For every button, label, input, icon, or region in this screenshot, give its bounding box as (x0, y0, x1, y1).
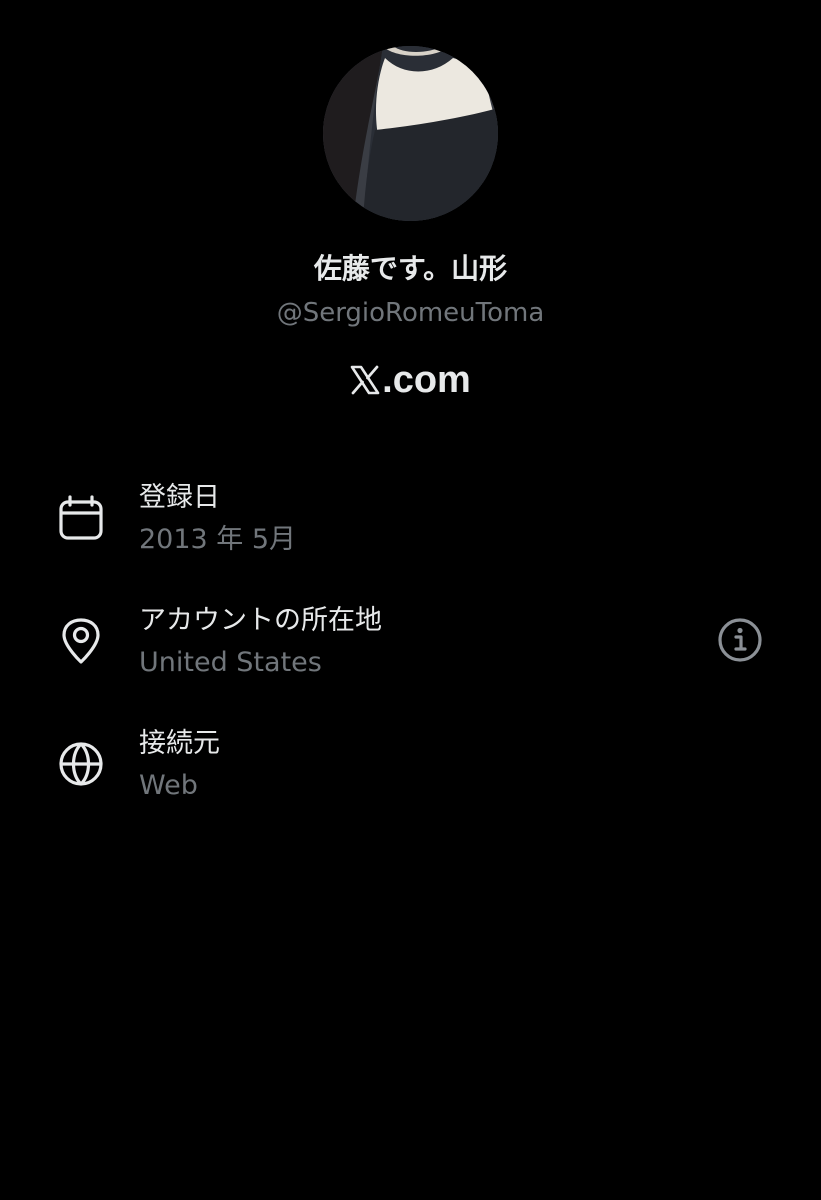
calendar-icon (57, 494, 105, 542)
info-row-title: 登録日 (139, 482, 220, 513)
info-row-title: 接続元 (139, 728, 220, 759)
avatar[interactable] (323, 46, 498, 221)
info-row-connected-via: 接続元 Web (0, 716, 821, 839)
info-row-location: アカウントの所在地 United States (0, 593, 821, 716)
info-row-value: 2013 年 5月 (139, 524, 297, 555)
brand-badge: .com (0, 358, 821, 402)
brand-domain-suffix: .com (382, 359, 471, 401)
info-icon[interactable] (716, 616, 764, 664)
display-name: 佐藤です。山形 (313, 252, 508, 285)
info-row-joined: 登録日 2013 年 5月 (0, 470, 821, 593)
account-info-list: 登録日 2013 年 5月 アカウントの所在地 United States 接続… (0, 470, 821, 839)
globe-icon (57, 740, 105, 788)
username-handle: @SergioRomeuToma (276, 298, 545, 328)
info-row-value: Web (139, 770, 198, 801)
info-row-title: アカウントの所在地 (139, 605, 382, 636)
x-logo-icon (350, 363, 380, 397)
info-row-value: United States (139, 647, 322, 678)
location-pin-icon (57, 617, 105, 665)
